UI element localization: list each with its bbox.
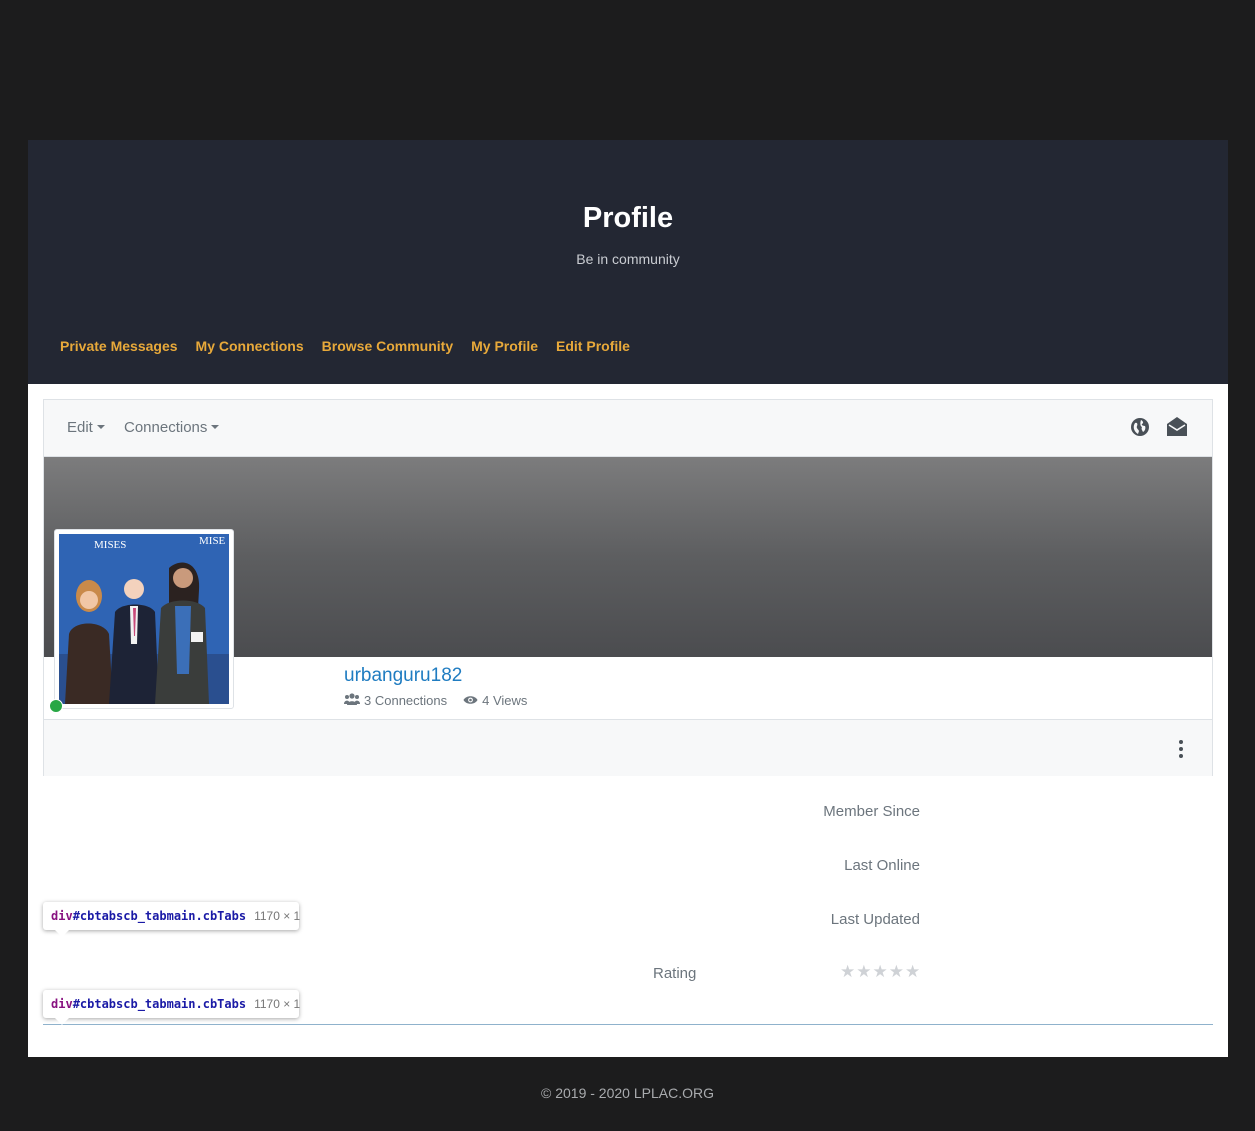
avatar[interactable]: MISES MISE xyxy=(54,529,234,709)
nav-my-connections[interactable]: My Connections xyxy=(196,338,304,354)
profile-nav: Private Messages My Connections Browse C… xyxy=(60,338,630,354)
star-icon[interactable]: ★ xyxy=(889,964,904,981)
devtools-element-tooltip: div#cbtabscb_tabmain.cbTabs 1170 × 1 xyxy=(43,902,300,937)
site-footer: © 2019 - 2020 LPLAC.ORG xyxy=(541,1085,714,1101)
page-subtitle: Be in community xyxy=(576,251,680,267)
nav-browse-community[interactable]: Browse Community xyxy=(322,338,453,354)
star-icon[interactable]: ★ xyxy=(856,964,871,981)
caret-down-icon xyxy=(96,425,105,429)
online-status-indicator xyxy=(49,699,63,713)
nav-private-messages[interactable]: Private Messages xyxy=(60,338,178,354)
profile-hero: Profile Be in community Private Messages… xyxy=(28,140,1228,384)
globe-icon[interactable] xyxy=(1130,417,1150,441)
avatar-photo: MISES MISE xyxy=(59,534,229,704)
nav-my-profile[interactable]: My Profile xyxy=(471,338,538,354)
profile-username[interactable]: urbanguru182 xyxy=(344,665,462,687)
svg-text:MISES: MISES xyxy=(94,539,126,551)
envelope-open-icon[interactable] xyxy=(1166,415,1188,441)
edit-dropdown-label: Edit xyxy=(67,419,93,436)
page-title: Profile xyxy=(582,202,674,234)
edit-dropdown[interactable]: Edit xyxy=(67,419,105,436)
devtools-element-tooltip: div#cbtabscb_tabmain.cbTabs 1170 × 1 xyxy=(43,990,300,1025)
eye-icon xyxy=(463,693,478,708)
svg-text:MISE: MISE xyxy=(199,535,226,547)
rating-label: Rating xyxy=(653,965,697,982)
profile-stats: 3 Connections 4 Views xyxy=(344,693,527,708)
views-count: 4 Views xyxy=(482,693,528,708)
connections-dropdown[interactable]: Connections xyxy=(124,419,220,436)
nav-edit-profile[interactable]: Edit Profile xyxy=(556,338,630,354)
member-since-label: Member Since xyxy=(823,803,920,820)
more-options-icon[interactable] xyxy=(1178,740,1184,758)
page: Profile Be in community Private Messages… xyxy=(0,0,1255,1131)
profile-card-header: Edit Connections xyxy=(44,400,1212,457)
profile-tabs xyxy=(43,1024,1213,1025)
connections-dropdown-label: Connections xyxy=(124,419,208,436)
last-online-label: Last Online xyxy=(844,857,920,874)
rating-stars[interactable]: ★ ★ ★ ★ ★ xyxy=(840,964,920,981)
main-content: Edit Connections MISES MISE urbanguru182… xyxy=(28,384,1228,1057)
caret-down-icon xyxy=(211,425,220,429)
connections-count[interactable]: 3 Connections xyxy=(364,693,447,708)
profile-card: Edit Connections MISES MISE urbanguru182… xyxy=(43,399,1213,776)
star-icon[interactable]: ★ xyxy=(873,964,888,981)
star-icon[interactable]: ★ xyxy=(905,964,920,981)
star-icon[interactable]: ★ xyxy=(840,964,855,981)
last-updated-label: Last Updated xyxy=(830,911,920,928)
profile-card-footer xyxy=(44,719,1212,776)
users-icon xyxy=(344,693,360,708)
